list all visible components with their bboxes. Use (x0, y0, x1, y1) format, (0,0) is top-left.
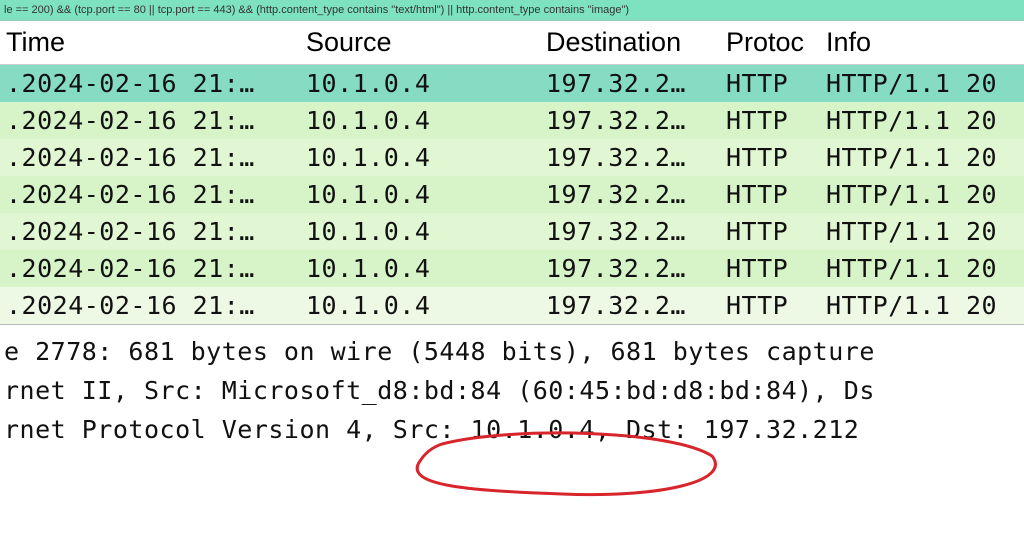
cell-protocol: HTTP (720, 65, 820, 103)
cell-info: HTTP/1.1 20 (820, 65, 1024, 103)
packet-row[interactable]: .2024-02-16 21:… 10.1.0.4 197.32.2… HTTP… (0, 250, 1024, 287)
cell-destination: 197.32.2… (540, 102, 720, 139)
cell-info: HTTP/1.1 20 (820, 102, 1024, 139)
cell-info: HTTP/1.1 20 (820, 287, 1024, 325)
packet-details-pane[interactable]: e 2778: 681 bytes on wire (5448 bits), 6… (0, 325, 1024, 449)
cell-source: 10.1.0.4 (300, 65, 540, 103)
cell-info: HTTP/1.1 20 (820, 250, 1024, 287)
packet-row[interactable]: .2024-02-16 21:… 10.1.0.4 197.32.2… HTTP… (0, 176, 1024, 213)
cell-time: .2024-02-16 21:… (0, 250, 300, 287)
cell-destination: 197.32.2… (540, 213, 720, 250)
cell-protocol: HTTP (720, 250, 820, 287)
cell-info: HTTP/1.1 20 (820, 213, 1024, 250)
cell-time: .2024-02-16 21:… (0, 176, 300, 213)
detail-frame-line[interactable]: e 2778: 681 bytes on wire (5448 bits), 6… (0, 333, 1024, 372)
cell-protocol: HTTP (720, 176, 820, 213)
cell-source: 10.1.0.4 (300, 176, 540, 213)
cell-destination: 197.32.2… (540, 176, 720, 213)
cell-protocol: HTTP (720, 287, 820, 325)
cell-time: .2024-02-16 21:… (0, 65, 300, 103)
packet-list-table: Time Source Destination Protoc Info .202… (0, 21, 1024, 325)
cell-time: .2024-02-16 21:… (0, 102, 300, 139)
cell-info: HTTP/1.1 20 (820, 176, 1024, 213)
cell-destination: 197.32.2… (540, 287, 720, 325)
cell-destination: 197.32.2… (540, 250, 720, 287)
detail-ethernet-line[interactable]: rnet II, Src: Microsoft_d8:bd:84 (60:45:… (0, 372, 1024, 411)
cell-source: 10.1.0.4 (300, 287, 540, 325)
col-header-source[interactable]: Source (300, 21, 540, 65)
col-header-time[interactable]: Time (0, 21, 300, 65)
cell-time: .2024-02-16 21:… (0, 213, 300, 250)
detail-ip-line[interactable]: rnet Protocol Version 4, Src: 10.1.0.4, … (0, 411, 1024, 450)
cell-time: .2024-02-16 21:… (0, 139, 300, 176)
cell-protocol: HTTP (720, 139, 820, 176)
col-header-destination[interactable]: Destination (540, 21, 720, 65)
cell-protocol: HTTP (720, 213, 820, 250)
packet-row[interactable]: .2024-02-16 21:… 10.1.0.4 197.32.2… HTTP… (0, 287, 1024, 325)
cell-destination: 197.32.2… (540, 65, 720, 103)
cell-time: .2024-02-16 21:… (0, 287, 300, 325)
col-header-info[interactable]: Info (820, 21, 1024, 65)
cell-source: 10.1.0.4 (300, 102, 540, 139)
col-header-protocol[interactable]: Protoc (720, 21, 820, 65)
packet-list-header-row: Time Source Destination Protoc Info (0, 21, 1024, 65)
cell-source: 10.1.0.4 (300, 139, 540, 176)
display-filter-text: le == 200) && (tcp.port == 80 || tcp.por… (4, 4, 629, 16)
cell-source: 10.1.0.4 (300, 213, 540, 250)
display-filter-input[interactable]: le == 200) && (tcp.port == 80 || tcp.por… (0, 0, 1024, 21)
packet-row[interactable]: .2024-02-16 21:… 10.1.0.4 197.32.2… HTTP… (0, 102, 1024, 139)
cell-protocol: HTTP (720, 102, 820, 139)
cell-source: 10.1.0.4 (300, 250, 540, 287)
packet-list-body: .2024-02-16 21:… 10.1.0.4 197.32.2… HTTP… (0, 65, 1024, 325)
packet-row[interactable]: .2024-02-16 21:… 10.1.0.4 197.32.2… HTTP… (0, 139, 1024, 176)
packet-row[interactable]: .2024-02-16 21:… 10.1.0.4 197.32.2… HTTP… (0, 213, 1024, 250)
cell-destination: 197.32.2… (540, 139, 720, 176)
cell-info: HTTP/1.1 20 (820, 139, 1024, 176)
packet-row[interactable]: .2024-02-16 21:… 10.1.0.4 197.32.2… HTTP… (0, 65, 1024, 103)
